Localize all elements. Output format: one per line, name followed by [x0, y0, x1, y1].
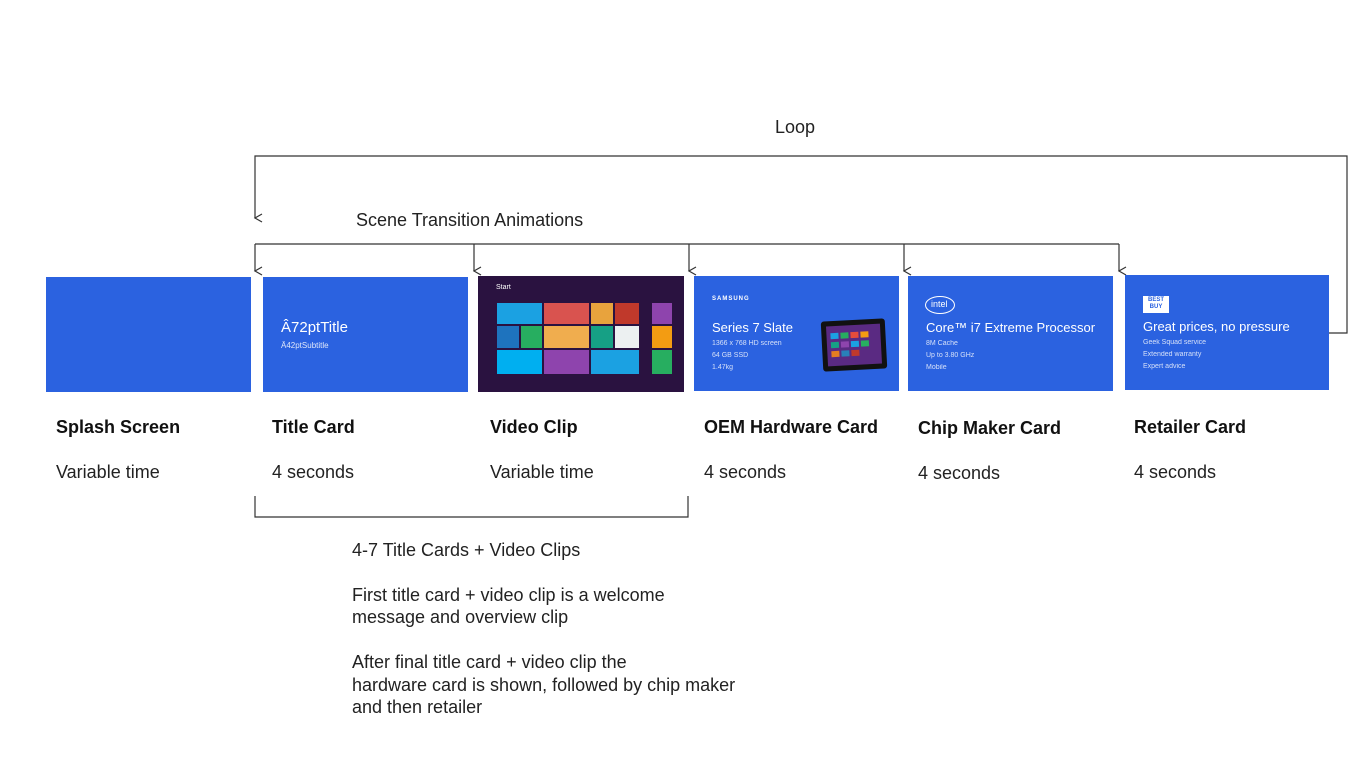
title-card: Â72ptTitle Â42ptSubtitle: [263, 277, 468, 392]
video-clip-card: Start: [478, 276, 684, 392]
chip-spec: 8M Cache: [926, 340, 958, 347]
card-duration: 4 seconds: [704, 462, 787, 482]
intel-logo: intel: [925, 296, 955, 314]
retailer-card: BEST BUY Great prices, no pressure Geek …: [1125, 275, 1329, 390]
card-duration: 4 seconds: [1134, 462, 1217, 482]
notes-line: After final title card + video clip the: [352, 652, 627, 672]
oem-spec: 1366 x 768 HD screen: [712, 340, 782, 347]
card-name: Retailer Card: [1134, 417, 1247, 437]
splash-screen-card: [46, 277, 251, 392]
card-name: Title Card: [272, 417, 355, 437]
chip-maker-card: intel Core™ i7 Extreme Processor 8M Cach…: [908, 276, 1113, 391]
best-buy-logo: BEST BUY: [1143, 296, 1169, 313]
card-duration: Variable time: [56, 462, 160, 482]
transitions-label: Scene Transition Animations: [356, 210, 584, 230]
card-duration: Variable time: [490, 462, 594, 482]
start-tile: [615, 303, 639, 324]
tablet-image: [820, 318, 888, 372]
start-tile: [591, 326, 613, 348]
chip-spec: Up to 3.80 GHz: [926, 352, 975, 359]
repeat-bracket: [254, 496, 689, 518]
start-tile: [652, 350, 672, 374]
oem-spec: 64 GB SSD: [712, 352, 749, 359]
card-name: Chip Maker Card: [918, 418, 1062, 438]
oem-brand: SAMSUNG: [712, 296, 750, 302]
title-card-title: Â72ptTitle: [281, 319, 348, 336]
retailer-spec: Extended warranty: [1143, 351, 1202, 358]
chip-spec: Mobile: [926, 364, 947, 371]
start-tile: [544, 326, 589, 348]
oem-product: Series 7 Slate: [712, 320, 793, 335]
retailer-spec: Geek Squad service: [1143, 339, 1207, 346]
start-tile: [544, 350, 589, 374]
card-duration: 4 seconds: [918, 463, 1001, 483]
loop-label: Loop: [775, 117, 816, 137]
card-name: Splash Screen: [56, 417, 181, 437]
start-tile: [652, 303, 672, 324]
start-tile: [497, 326, 519, 348]
start-tile: [652, 326, 672, 348]
card-duration: 4 seconds: [272, 462, 355, 482]
start-label: Start: [496, 284, 511, 291]
notes-line: hardware card is shown, followed by chip…: [352, 675, 736, 695]
oem-hardware-card: SAMSUNG Series 7 Slate 1366 x 768 HD scr…: [694, 276, 899, 391]
notes-line: and then retailer: [352, 697, 483, 717]
card-name: Video Clip: [490, 417, 578, 437]
start-tile: [591, 303, 613, 324]
start-tile: [591, 350, 639, 374]
start-tile: [521, 326, 542, 348]
retailer-spec: Expert advice: [1143, 363, 1186, 370]
title-card-subtitle: Â42ptSubtitle: [281, 341, 329, 350]
card-name: OEM Hardware Card: [704, 417, 879, 437]
start-tile: [497, 350, 542, 374]
notes-line: First title card + video clip is a welco…: [352, 585, 665, 605]
notes-heading: 4-7 Title Cards + Video Clips: [352, 540, 581, 560]
start-tile: [497, 303, 542, 324]
start-tile: [615, 326, 639, 348]
retailer-tagline: Great prices, no pressure: [1143, 319, 1290, 334]
notes-line: message and overview clip: [352, 607, 569, 627]
oem-spec: 1.47kg: [712, 364, 734, 371]
chip-product: Core™ i7 Extreme Processor: [926, 320, 1096, 335]
start-tile: [544, 303, 589, 324]
